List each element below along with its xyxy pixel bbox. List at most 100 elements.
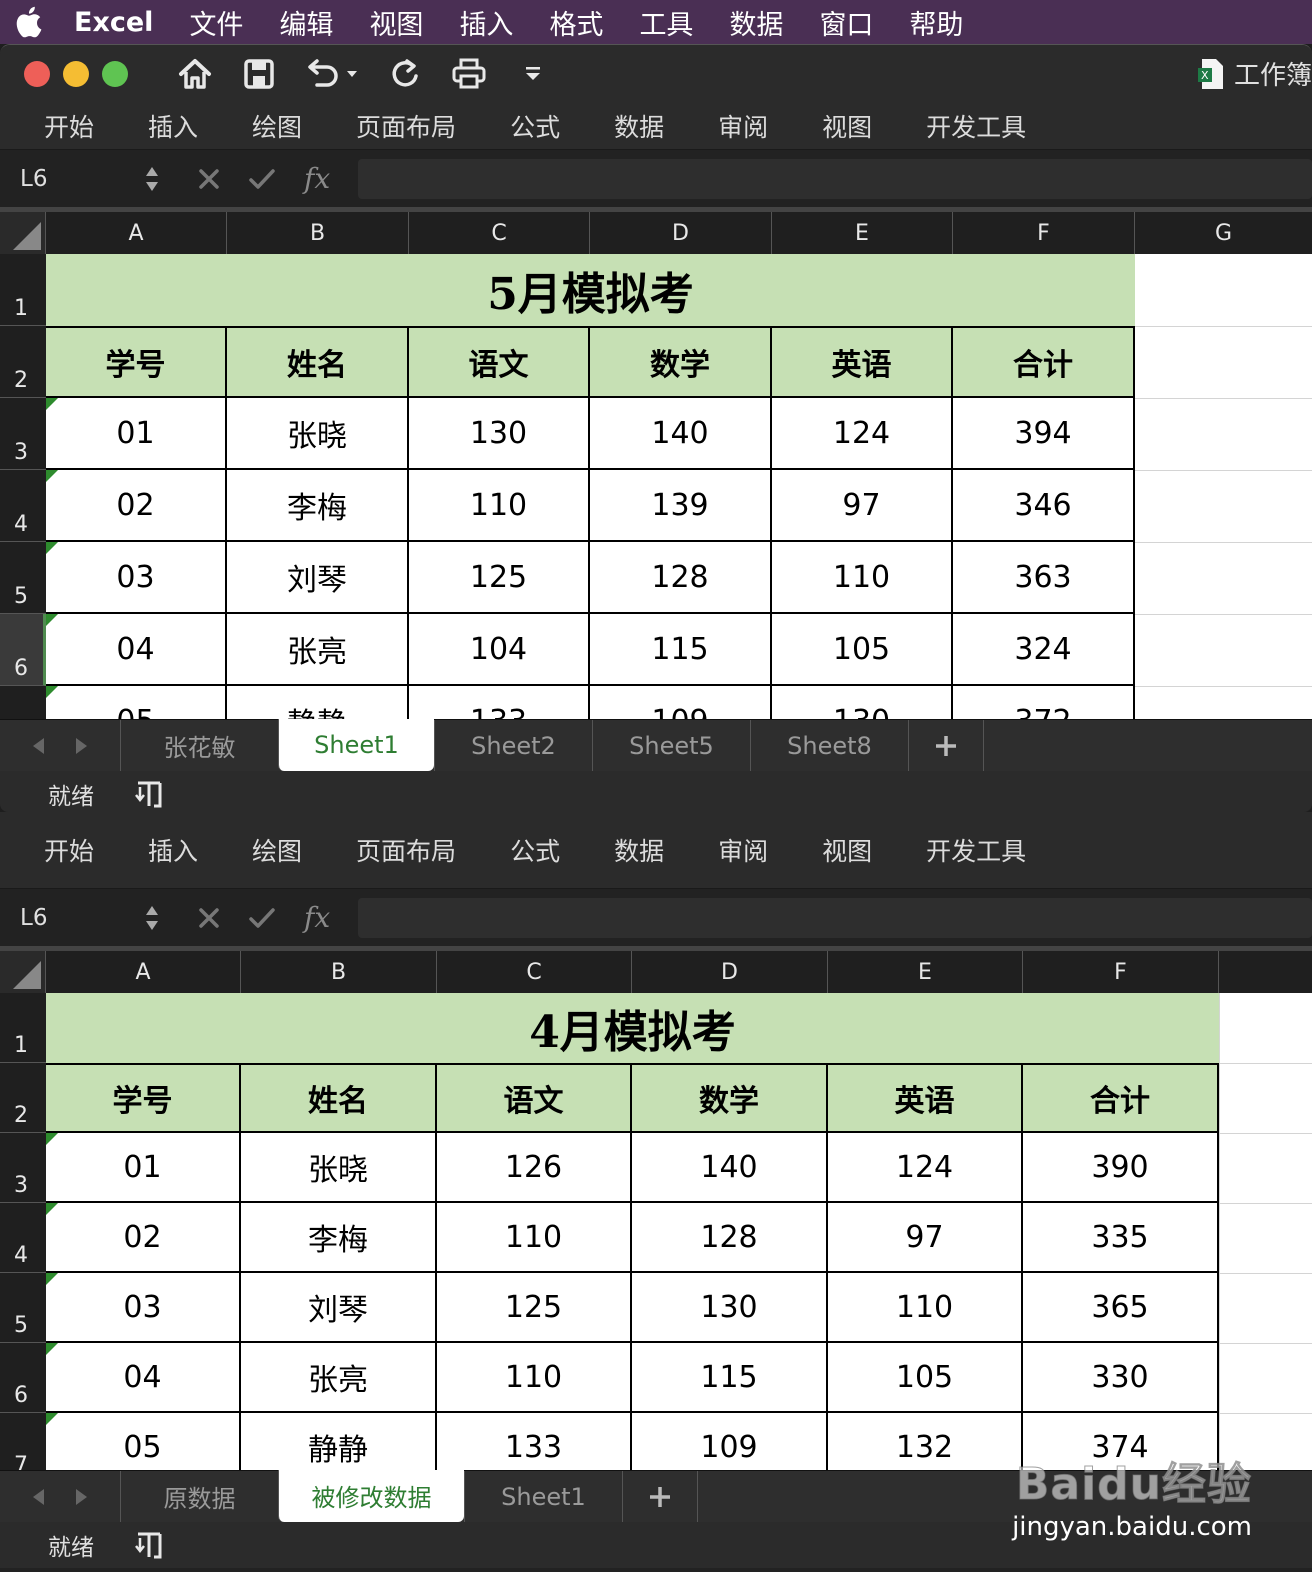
prev-sheet-icon[interactable] xyxy=(30,736,46,756)
sheet-title-cell[interactable]: 4月模拟考 xyxy=(46,993,1219,1063)
header-cell-id[interactable]: 学号 xyxy=(46,326,227,398)
next-sheet-icon[interactable] xyxy=(74,1487,90,1507)
prev-sheet-icon[interactable] xyxy=(30,1487,46,1507)
header-cell-name[interactable]: 姓名 xyxy=(227,326,409,398)
cell-total[interactable]: 363 xyxy=(953,542,1135,614)
cell-english[interactable]: 124 xyxy=(828,1133,1023,1203)
row-header-7[interactable] xyxy=(0,686,46,719)
worksheet-grid[interactable]: A B C D E F G 1 2 3 4 5 6 5月模拟考 学号 姓名 语文… xyxy=(0,207,1312,719)
cell-total[interactable]: 372 xyxy=(953,686,1135,719)
menu-tools[interactable]: 工具 xyxy=(621,3,711,42)
cell-total[interactable]: 346 xyxy=(953,470,1135,542)
formula-input[interactable] xyxy=(358,158,1312,199)
cell-total[interactable]: 330 xyxy=(1023,1343,1219,1413)
cell-name[interactable]: 张晓 xyxy=(241,1133,437,1203)
header-cell-chinese[interactable]: 语文 xyxy=(409,326,590,398)
row-header-3[interactable]: 3 xyxy=(0,398,46,470)
sheet-tab-active[interactable]: 被修改数据 xyxy=(278,1469,464,1522)
cell-math[interactable]: 140 xyxy=(632,1133,828,1203)
cell-math[interactable]: 115 xyxy=(632,1343,828,1413)
tab-formulas[interactable]: 公式 xyxy=(510,832,560,868)
apple-menu[interactable] xyxy=(0,6,56,38)
column-header-a[interactable]: A xyxy=(46,951,241,993)
cell-total[interactable]: 365 xyxy=(1023,1273,1219,1343)
row-header-2[interactable]: 2 xyxy=(0,326,46,398)
cell-math[interactable]: 109 xyxy=(632,1413,828,1470)
cell-math[interactable]: 109 xyxy=(590,686,772,719)
home-icon[interactable] xyxy=(174,53,216,95)
cell-id[interactable]: 02 xyxy=(46,470,227,542)
menu-file[interactable]: 文件 xyxy=(171,3,261,42)
cell-id[interactable]: 01 xyxy=(46,1133,241,1203)
cell-chinese[interactable]: 125 xyxy=(409,542,590,614)
tab-home[interactable]: 开始 xyxy=(44,108,94,144)
cell-chinese[interactable]: 126 xyxy=(437,1133,632,1203)
column-header-g[interactable]: G xyxy=(1135,212,1312,254)
row-header-1[interactable]: 1 xyxy=(0,993,46,1063)
column-header-d[interactable]: D xyxy=(632,951,828,993)
cell-name[interactable]: 李梅 xyxy=(241,1203,437,1273)
tab-developer[interactable]: 开发工具 xyxy=(926,108,1026,144)
sheet-tab[interactable]: Sheet1 xyxy=(464,1471,622,1522)
cell-id[interactable]: 01 xyxy=(46,398,227,470)
menu-data[interactable]: 数据 xyxy=(711,3,801,42)
cell-chinese[interactable]: 110 xyxy=(437,1343,632,1413)
next-sheet-icon[interactable] xyxy=(74,736,90,756)
cell-id[interactable]: 05 xyxy=(46,1413,241,1470)
tab-formulas[interactable]: 公式 xyxy=(510,108,560,144)
row-header-7[interactable]: 7 xyxy=(0,1413,46,1470)
column-header-b[interactable]: B xyxy=(241,951,437,993)
cell-chinese[interactable]: 130 xyxy=(409,398,590,470)
add-sheet-button[interactable] xyxy=(908,720,984,771)
tab-developer[interactable]: 开发工具 xyxy=(926,832,1026,868)
cell-area[interactable]: 4月模拟考 学号 姓名 语文 数学 英语 合计 01 张晓 126 140 12… xyxy=(46,993,1312,1470)
cell-name[interactable]: 刘琴 xyxy=(241,1273,437,1343)
cell-id[interactable]: 03 xyxy=(46,542,227,614)
cell-name[interactable]: 静静 xyxy=(241,1413,437,1470)
tab-home[interactable]: 开始 xyxy=(44,832,94,868)
sheet-tab[interactable]: Sheet8 xyxy=(750,720,908,771)
menu-insert[interactable]: 插入 xyxy=(441,3,531,42)
cell-name[interactable]: 张亮 xyxy=(227,614,409,686)
cell-english[interactable]: 110 xyxy=(828,1273,1023,1343)
row-header-2[interactable]: 2 xyxy=(0,1063,46,1133)
select-all-corner[interactable] xyxy=(0,951,46,993)
cell-chinese[interactable]: 133 xyxy=(437,1413,632,1470)
add-sheet-button[interactable] xyxy=(622,1471,698,1522)
name-box[interactable]: L6 xyxy=(0,152,168,205)
cell-name[interactable]: 张晓 xyxy=(227,398,409,470)
cell-id[interactable]: 05 xyxy=(46,686,227,719)
cell-name[interactable]: 李梅 xyxy=(227,470,409,542)
worksheet-grid[interactable]: A B C D E F 1 2 3 4 5 6 7 4月模拟考 学号 姓名 语文… xyxy=(0,946,1312,1470)
tab-data[interactable]: 数据 xyxy=(614,108,664,144)
header-cell-english[interactable]: 英语 xyxy=(772,326,953,398)
column-header-f[interactable]: F xyxy=(953,212,1135,254)
cell-area[interactable]: 5月模拟考 学号 姓名 语文 数学 英语 合计 01 张晓 130 140 12… xyxy=(46,254,1312,719)
cell-english[interactable]: 97 xyxy=(772,470,953,542)
sheet-tab[interactable]: Sheet5 xyxy=(592,720,750,771)
cell-math[interactable]: 115 xyxy=(590,614,772,686)
cancel-icon[interactable] xyxy=(198,168,220,190)
tab-review[interactable]: 审阅 xyxy=(718,108,768,144)
column-header-b[interactable]: B xyxy=(227,212,409,254)
tab-review[interactable]: 审阅 xyxy=(718,832,768,868)
cell-chinese[interactable]: 110 xyxy=(409,470,590,542)
menu-edit[interactable]: 编辑 xyxy=(261,3,351,42)
cell-chinese[interactable]: 104 xyxy=(409,614,590,686)
tab-data[interactable]: 数据 xyxy=(614,832,664,868)
menu-format[interactable]: 格式 xyxy=(531,3,621,42)
cell-id[interactable]: 02 xyxy=(46,1203,241,1273)
tab-insert[interactable]: 插入 xyxy=(148,832,198,868)
enter-icon[interactable] xyxy=(248,907,276,929)
cell-total[interactable]: 374 xyxy=(1023,1413,1219,1470)
cell-chinese[interactable]: 125 xyxy=(437,1273,632,1343)
row-header-1[interactable]: 1 xyxy=(0,254,46,326)
row-header-6[interactable]: 6 xyxy=(0,614,46,686)
print-icon[interactable] xyxy=(448,53,490,95)
column-header-g[interactable] xyxy=(1219,951,1312,993)
header-cell-english[interactable]: 英语 xyxy=(828,1063,1023,1133)
column-header-a[interactable]: A xyxy=(46,212,227,254)
minimize-button[interactable] xyxy=(63,61,89,87)
sheet-title-cell[interactable]: 5月模拟考 xyxy=(46,254,1135,326)
function-icon[interactable]: fx xyxy=(304,901,330,934)
